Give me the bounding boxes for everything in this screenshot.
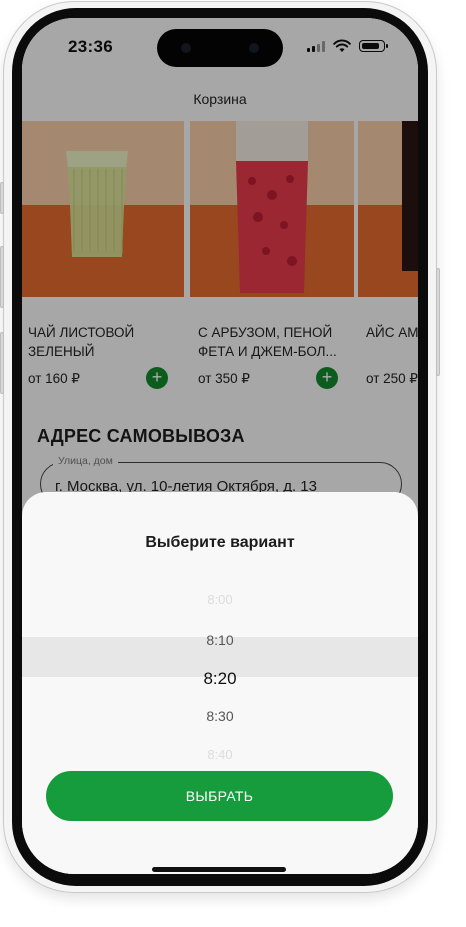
picker-option-selected[interactable]: 8:20 [22, 669, 418, 689]
time-picker-sheet: Выберите вариант 8:00 8:10 8:20 8:30 8:4… [22, 492, 418, 874]
sheet-title: Выберите вариант [145, 534, 295, 551]
select-button[interactable]: ВЫБРАТЬ [46, 771, 393, 821]
time-picker-wheel[interactable]: 8:00 8:10 8:20 8:30 8:40 [22, 562, 418, 762]
screen: 23:36 Корзина ЧАЙ ЛИСТОВОЙ ЗЕЛЕНЫЙ от 16… [22, 18, 418, 874]
picker-option[interactable]: 8:00 [22, 592, 418, 607]
picker-option[interactable]: 8:40 [22, 747, 418, 762]
power-button [436, 268, 440, 376]
picker-option[interactable]: 8:30 [22, 708, 418, 724]
volume-up-button [0, 246, 4, 308]
home-indicator[interactable] [152, 867, 286, 872]
silent-switch [0, 182, 4, 214]
picker-option[interactable]: 8:10 [22, 632, 418, 648]
volume-down-button [0, 332, 4, 394]
